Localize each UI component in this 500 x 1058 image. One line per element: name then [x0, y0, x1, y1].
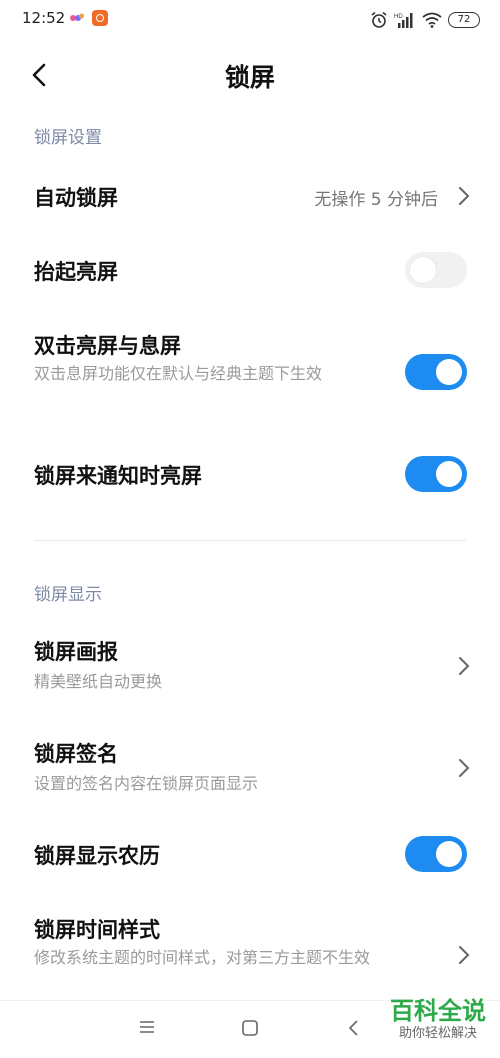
setting-label: 锁屏显示农历 — [34, 844, 160, 868]
setting-label: 锁屏签名 — [34, 742, 118, 766]
watermark-subtitle: 助你轻松解决 — [398, 1026, 477, 1041]
status-bar: 12:52 HD 72 — [0, 0, 500, 40]
home-icon[interactable] — [241, 1019, 259, 1037]
chevron-right-icon — [459, 946, 470, 964]
chevron-right-icon — [459, 187, 470, 205]
menu-icon[interactable] — [138, 1019, 156, 1035]
setting-value: 无操作 5 分钟后 — [314, 190, 438, 210]
setting-description: 修改系统主题的时间样式，对第三方主题不生效 — [34, 948, 371, 967]
lunar-toggle[interactable] — [405, 836, 467, 872]
setting-label: 锁屏画报 — [34, 640, 118, 664]
watermark-logo: 百科全说 助你轻松解决 — [390, 996, 486, 1042]
setting-double-tap[interactable]: 双击亮屏与息屏 双击息屏功能仅在默认与经典主题下生效 — [0, 326, 500, 416]
alarm-icon — [371, 11, 387, 28]
toggle-knob — [436, 359, 462, 385]
app-orange-icon — [92, 10, 108, 26]
toggle-knob — [410, 257, 436, 283]
watermark-title: 百科全说 — [390, 997, 486, 1025]
setting-label: 自动锁屏 — [34, 186, 118, 210]
toggle-knob — [436, 841, 462, 867]
setting-clock-style[interactable]: 锁屏时间样式 修改系统主题的时间样式，对第三方主题不生效 — [0, 910, 500, 1000]
setting-lunar[interactable]: 锁屏显示农历 — [0, 832, 500, 882]
page-title: 锁屏 — [224, 63, 275, 92]
setting-description: 精美壁纸自动更换 — [34, 672, 163, 691]
double-tap-toggle[interactable] — [405, 354, 467, 390]
wifi-icon — [422, 12, 442, 28]
section-title-lock-settings: 锁屏设置 — [34, 128, 102, 148]
chevron-right-icon — [459, 657, 470, 675]
setting-notification-wake[interactable]: 锁屏来通知时亮屏 — [0, 450, 500, 500]
setting-wallpaper[interactable]: 锁屏画报 精美壁纸自动更换 — [0, 632, 500, 696]
svg-text:HD: HD — [394, 14, 403, 20]
setting-label: 双击亮屏与息屏 — [34, 334, 181, 358]
title-bar: 锁屏 — [0, 48, 500, 104]
raise-to-wake-toggle[interactable] — [405, 252, 467, 288]
status-time: 12:52 — [22, 9, 66, 27]
setting-label: 锁屏时间样式 — [34, 918, 160, 942]
setting-description: 设置的签名内容在锁屏页面显示 — [34, 774, 259, 793]
notification-wake-toggle[interactable] — [405, 456, 467, 492]
back-icon[interactable] — [346, 1019, 360, 1037]
battery-icon: 72 — [448, 12, 480, 28]
section-title-lock-display: 锁屏显示 — [34, 585, 102, 605]
section-divider — [34, 540, 466, 541]
app-notification-icon — [70, 13, 84, 21]
setting-raise-to-wake[interactable]: 抬起亮屏 — [0, 246, 500, 296]
setting-label: 抬起亮屏 — [34, 260, 118, 284]
chevron-right-icon — [459, 759, 470, 777]
setting-signature[interactable]: 锁屏签名 设置的签名内容在锁屏页面显示 — [0, 734, 500, 798]
setting-description: 双击息屏功能仅在默认与经典主题下生效 — [34, 364, 323, 383]
setting-auto-lock[interactable]: 自动锁屏 无操作 5 分钟后 — [0, 170, 500, 226]
setting-label: 锁屏来通知时亮屏 — [34, 464, 202, 488]
status-right-icons: HD 72 — [370, 9, 480, 31]
toggle-knob — [436, 461, 462, 487]
signal-icon: HD — [394, 13, 413, 28]
